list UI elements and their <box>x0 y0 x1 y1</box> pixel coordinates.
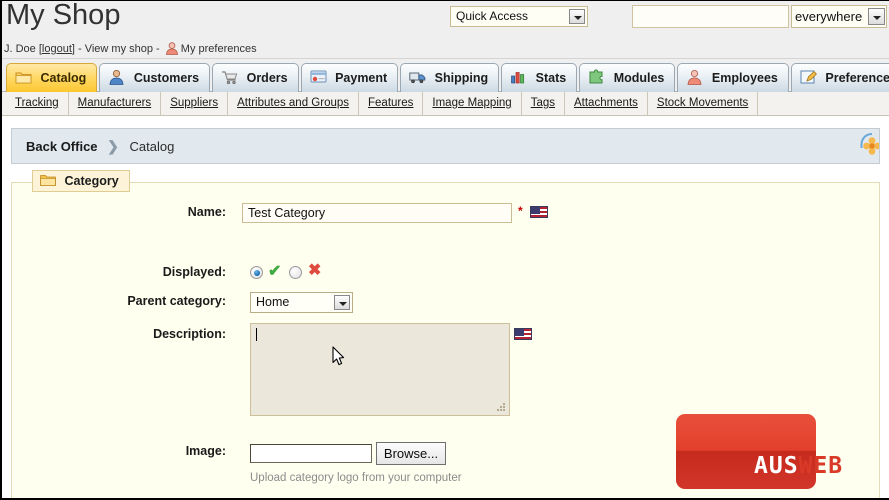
tab-label: Preferences <box>825 71 889 85</box>
breadcrumb-root[interactable]: Back Office <box>26 139 98 154</box>
field-row-displayed: Displayed: ✔ ✖ <box>12 263 879 285</box>
user-info-bar: J. Doe [logout] - View my shop - My pref… <box>4 42 257 55</box>
customer-icon <box>108 67 125 85</box>
ausweb-text-part2: WEB <box>798 453 844 479</box>
tab-label: Shipping <box>434 71 489 85</box>
page-header: My Shop J. Doe [logout] - View my shop -… <box>2 1 889 59</box>
shop-title: My Shop <box>6 0 121 31</box>
subnav-item-suppliers[interactable]: Suppliers <box>161 92 229 115</box>
tab-label: Payment <box>335 71 388 85</box>
ausweb-logo-text: AUSWEB <box>754 453 843 479</box>
tab-catalog[interactable]: Catalog <box>6 63 98 92</box>
subnav-item-tracking[interactable]: Tracking <box>6 92 69 115</box>
tab-orders[interactable]: Orders <box>212 63 299 92</box>
tab-label: Orders <box>246 71 288 85</box>
help-flower-icon[interactable] <box>859 133 879 159</box>
user-name-prefix: J. Doe [ <box>4 43 42 55</box>
us-flag-icon[interactable] <box>530 206 548 218</box>
app-window: My Shop J. Doe [logout] - View my shop -… <box>0 0 889 500</box>
tab-preferences[interactable]: Preferences <box>790 63 889 92</box>
tab-label: Catalog <box>40 71 87 85</box>
check-icon: ✔ <box>268 263 282 280</box>
tab-modules[interactable]: Modules <box>579 63 676 92</box>
us-flag-icon[interactable] <box>514 328 532 340</box>
quick-access-value: Quick Access <box>456 9 529 23</box>
category-legend-label: Category <box>64 174 119 188</box>
ausweb-text-part1: AUS <box>754 453 799 479</box>
flag-canton <box>531 207 540 214</box>
text-caret <box>256 328 257 341</box>
view-shop-text: ] - View my shop - <box>71 43 163 55</box>
chevron-down-icon[interactable] <box>334 295 350 310</box>
subnav-item-tags[interactable]: Tags <box>522 92 565 115</box>
breadcrumb-leaf: Catalog <box>129 139 175 154</box>
tab-label: Stats <box>535 71 567 85</box>
tab-shipping[interactable]: Shipping <box>400 63 500 92</box>
chevron-down-icon[interactable] <box>569 9 585 24</box>
folder-icon <box>15 67 32 84</box>
image-label: Image: <box>185 444 226 458</box>
pencil-icon <box>800 67 817 84</box>
subnav-item-manufacturers[interactable]: Manufacturers <box>69 92 162 115</box>
image-file-input[interactable] <box>250 444 372 463</box>
breadcrumb: Back Office ❯ Catalog <box>11 128 880 164</box>
my-preferences-link[interactable]: My preferences <box>181 43 257 55</box>
subnav-item-stock-movements[interactable]: Stock Movements <box>648 92 759 115</box>
flag-canton <box>515 329 524 336</box>
tab-label: Employees <box>711 71 778 85</box>
tab-stats[interactable]: Stats <box>501 63 578 92</box>
parent-category-label: Parent category: <box>127 294 226 308</box>
sub-nav-bar: Tracking Manufacturers Suppliers Attribu… <box>2 92 889 116</box>
subnav-item-features[interactable]: Features <box>359 92 424 115</box>
quick-access-select[interactable]: Quick Access <box>450 6 588 27</box>
required-marker: * <box>518 204 523 218</box>
resize-handle-icon[interactable] <box>497 403 506 412</box>
field-row-description: Description: <box>12 323 879 419</box>
folder-icon <box>40 173 56 186</box>
cross-icon: ✖ <box>308 262 322 279</box>
description-textarea[interactable] <box>250 323 510 416</box>
browse-button[interactable]: Browse... <box>376 442 446 465</box>
subnav-item-image-mapping[interactable]: Image Mapping <box>423 92 522 115</box>
logout-link[interactable]: logout <box>42 43 72 55</box>
field-row-parent-category: Parent category: Home <box>12 291 879 315</box>
name-input[interactable]: Test Category <box>242 203 512 223</box>
chevron-down-icon[interactable] <box>868 8 885 25</box>
main-tab-bar: Catalog Customers Orders Payment Shippin… <box>2 59 889 92</box>
search-input[interactable] <box>632 5 789 28</box>
subnav-item-attributes[interactable]: Attributes and Groups <box>228 92 360 115</box>
puzzle-icon <box>588 67 605 84</box>
chart-icon <box>510 67 527 84</box>
name-input-value: Test Category <box>248 206 326 220</box>
parent-category-select[interactable]: Home <box>250 292 353 313</box>
displayed-no-radio[interactable] <box>289 266 302 279</box>
displayed-yes-radio[interactable] <box>250 266 263 279</box>
payment-icon <box>310 67 327 83</box>
search-scope-select[interactable]: everywhere <box>791 5 887 28</box>
cart-icon <box>221 67 238 85</box>
search-scope-value: everywhere <box>795 9 863 24</box>
name-label: Name: <box>187 205 226 219</box>
tab-employees[interactable]: Employees <box>677 63 789 92</box>
tab-label: Customers <box>133 71 200 85</box>
tab-payment[interactable]: Payment <box>300 63 399 92</box>
image-hint-text: Upload category logo from your computer <box>250 472 462 484</box>
displayed-label: Displayed: <box>162 265 226 279</box>
parent-category-value: Home <box>256 295 290 309</box>
employee-icon <box>686 67 703 85</box>
user-icon <box>165 42 179 55</box>
truck-icon <box>409 67 426 84</box>
chevron-right-icon: ❯ <box>107 138 119 154</box>
description-label: Description: <box>153 327 226 341</box>
subnav-item-attachments[interactable]: Attachments <box>565 92 648 115</box>
tab-customers[interactable]: Customers <box>99 63 211 92</box>
tab-label: Modules <box>613 71 665 85</box>
field-row-name: Name: Test Category * <box>12 203 879 231</box>
category-legend: Category <box>32 170 130 192</box>
